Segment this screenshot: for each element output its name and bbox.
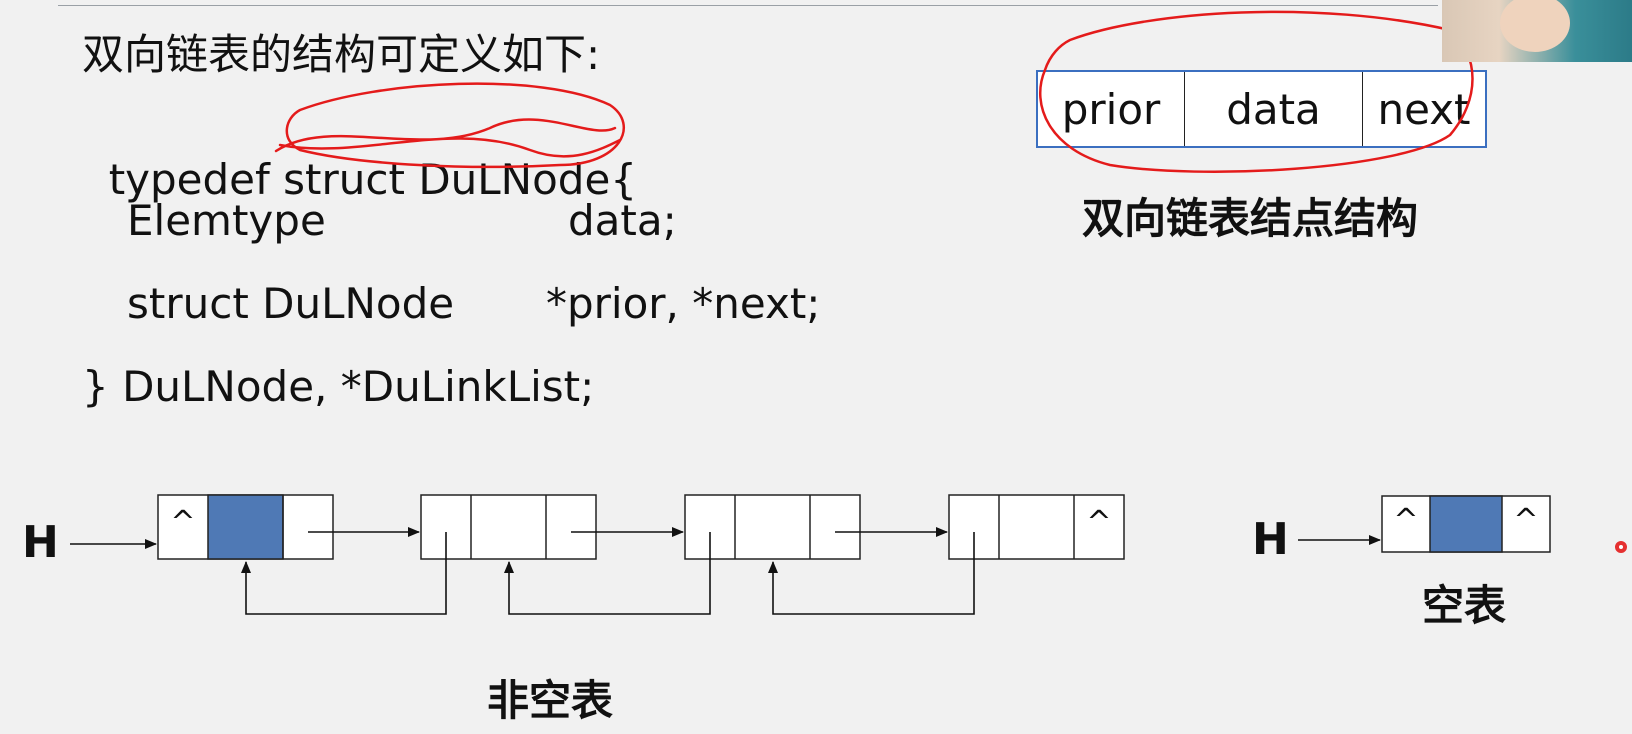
empty-head-data-fill xyxy=(1429,495,1503,553)
webcam-overlay xyxy=(1442,0,1632,62)
null-symbol: ^ xyxy=(1086,505,1111,540)
head-data-fill xyxy=(207,494,284,560)
empty-list-node: ^ ^ xyxy=(1381,495,1551,553)
list-node-2 xyxy=(420,494,597,560)
circle-annotation-node xyxy=(1039,10,1474,173)
list-node-1: ^ xyxy=(157,494,334,560)
null-symbol: ^ xyxy=(1393,503,1418,538)
list-node-4: ^ xyxy=(948,494,1125,560)
null-symbol: ^ xyxy=(170,505,195,540)
strike-annotation xyxy=(274,118,622,158)
null-symbol: ^ xyxy=(1513,503,1538,538)
diagram-svg: ^ ^ ^ ^ xyxy=(70,10,1551,615)
laser-pointer-dot xyxy=(1615,541,1627,553)
list-node-3 xyxy=(684,494,861,560)
